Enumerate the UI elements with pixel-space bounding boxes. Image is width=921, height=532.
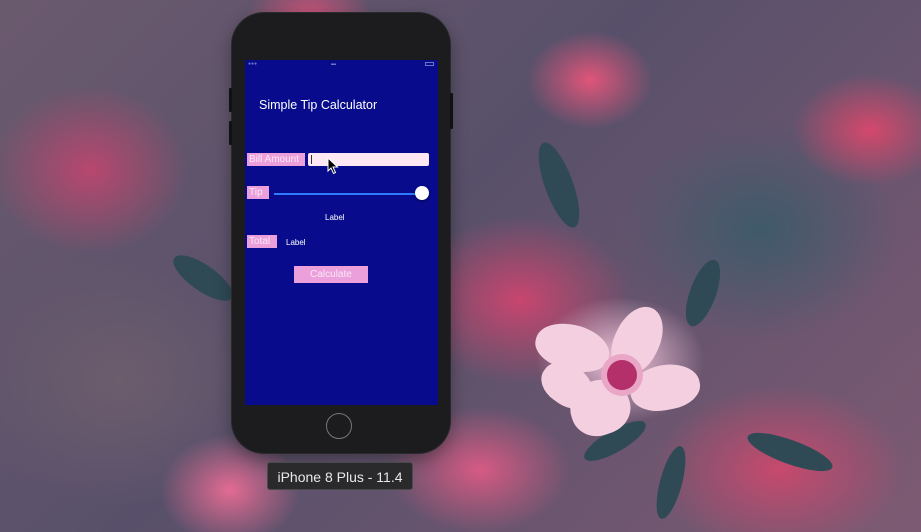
leaf xyxy=(530,137,588,233)
arrow-cursor-icon xyxy=(327,157,339,175)
tip-slider[interactable] xyxy=(274,186,430,200)
bill-amount-label: Bill Amount xyxy=(247,153,305,166)
text-caret xyxy=(311,155,312,164)
app-screen: ●●● ▬ Simple Tip Calculator Bill Amount … xyxy=(245,60,438,405)
desktop-wallpaper xyxy=(0,0,921,532)
app-title: Simple Tip Calculator xyxy=(259,98,378,112)
simulator-device-label: iPhone 8 Plus - 11.4 xyxy=(267,462,413,490)
slider-track xyxy=(274,193,422,195)
slider-thumb[interactable] xyxy=(415,186,429,200)
flower xyxy=(530,298,705,445)
home-button-icon[interactable] xyxy=(326,413,352,439)
leaf xyxy=(650,443,692,522)
leaf xyxy=(166,247,240,309)
tip-label: Tip xyxy=(247,186,269,199)
total-value-label: Label xyxy=(286,238,306,247)
status-bar: ●●● ▬ xyxy=(245,60,438,68)
calculate-button[interactable]: Calculate xyxy=(294,266,368,283)
tip-value-label: Label xyxy=(325,213,345,222)
volume-button xyxy=(229,121,232,145)
carrier-indicator: ●●● xyxy=(248,61,258,67)
iphone-simulator: ●●● ▬ Simple Tip Calculator Bill Amount … xyxy=(229,13,453,453)
status-time: ▬ xyxy=(331,61,336,67)
battery-icon xyxy=(425,62,434,66)
total-label: Total xyxy=(247,235,277,248)
power-button xyxy=(450,93,453,129)
volume-button xyxy=(229,88,232,112)
leaf xyxy=(743,425,837,479)
